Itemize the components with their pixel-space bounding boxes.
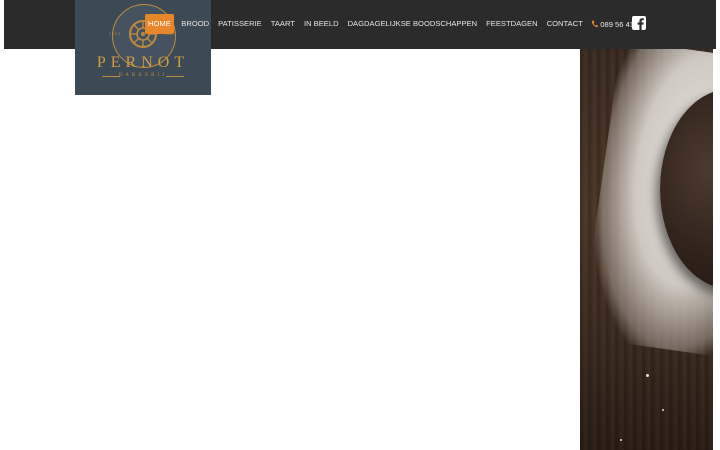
logo-year-left: 1923: [109, 31, 121, 36]
nav-item-feestdagen[interactable]: FEESTDAGEN: [482, 14, 542, 34]
nav-item-taart[interactable]: TAART: [266, 14, 299, 34]
photo-crumb: [620, 439, 622, 441]
page: 1923 2023 PERNOT BAKKERIJ HOME BROOD PAT…: [0, 0, 720, 450]
nav-item-in-beeld[interactable]: IN BEELD: [299, 14, 343, 34]
facebook-icon: [632, 16, 646, 30]
logo-subtitle: BAKKERIJ: [118, 73, 168, 78]
logo-name: PERNOT: [96, 54, 190, 71]
phone-icon: [592, 20, 599, 28]
photo-crumb: [646, 374, 649, 377]
nav-item-home[interactable]: HOME: [145, 14, 174, 34]
logo-rule-right: [166, 76, 184, 77]
photo-crumb: [662, 409, 664, 411]
nav-item-boodschappen[interactable]: DAGDAGELIJKSE BOODSCHAPPEN: [343, 14, 482, 34]
facebook-link[interactable]: [632, 16, 646, 30]
main-nav: HOME BROOD PATISSERIE TAART IN BEELD DAG…: [145, 14, 645, 34]
nav-item-patisserie[interactable]: PATISSERIE: [214, 14, 267, 34]
photo-edge: [713, 49, 720, 450]
hero-bread-photo: [580, 49, 713, 450]
nav-item-brood[interactable]: BROOD: [177, 14, 214, 34]
nav-item-contact[interactable]: CONTACT: [542, 14, 587, 34]
